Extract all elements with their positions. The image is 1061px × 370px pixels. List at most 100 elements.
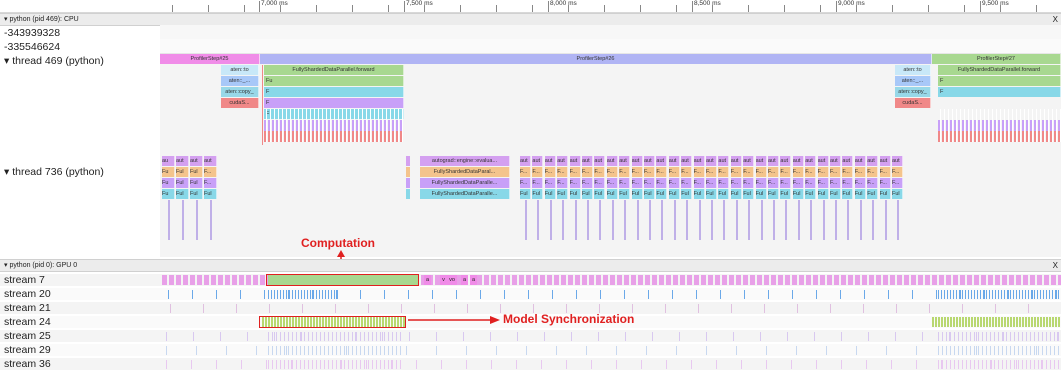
kernel-bar[interactable] (322, 290, 323, 299)
thread736-slice[interactable]: F... (805, 167, 817, 177)
sync-kernel-bar[interactable] (1037, 317, 1039, 327)
kernel-bar[interactable] (792, 275, 797, 285)
kernel-bar[interactable] (302, 304, 303, 313)
kernel-bar[interactable] (280, 346, 281, 355)
kernel-bar[interactable] (1013, 290, 1014, 299)
kernel-bar[interactable] (974, 360, 975, 369)
kernel-bar[interactable] (799, 275, 804, 285)
kernel-bar[interactable] (741, 360, 742, 369)
kernel-bar[interactable] (922, 332, 923, 341)
kernel-bar[interactable] (1034, 360, 1035, 369)
kernel-bar[interactable] (360, 332, 361, 341)
kernel-bar[interactable] (491, 360, 492, 369)
kernel-bar[interactable] (295, 290, 296, 299)
kernel-bar[interactable] (918, 275, 923, 285)
thread736-slice[interactable]: F... (817, 178, 829, 188)
kernel-bar[interactable] (896, 304, 897, 313)
fsdp-child-right-2[interactable]: F (938, 87, 1061, 97)
kernel-bar[interactable] (944, 290, 945, 299)
thread736-slice[interactable]: Ful (569, 189, 581, 199)
kernel-bar[interactable] (1044, 275, 1049, 285)
thread736-slice[interactable]: F... (619, 167, 631, 177)
thread736-slice[interactable]: Ful (520, 189, 531, 199)
kernel-bar[interactable] (720, 290, 721, 299)
kernel-bar[interactable] (687, 275, 692, 285)
thread736-slice[interactable]: Ful (582, 189, 593, 199)
thread736-slice[interactable]: Ful (792, 189, 804, 199)
thread736-slice[interactable]: aut (693, 156, 705, 166)
kernel-bar[interactable] (268, 360, 269, 369)
kernel-bar[interactable] (932, 275, 937, 285)
kernel-bar[interactable] (954, 346, 955, 355)
kernel-bar[interactable] (183, 275, 188, 285)
thread736-slice[interactable]: Ful (668, 189, 680, 199)
kernel-bar[interactable] (336, 332, 337, 341)
kernel-bar[interactable] (610, 275, 615, 285)
kernel-bar[interactable] (280, 332, 281, 341)
kernel-bar[interactable] (911, 275, 916, 285)
thread736-slice[interactable]: F... (656, 167, 668, 177)
kernel-bar[interactable] (986, 290, 987, 299)
thread736-slice[interactable]: aut (792, 156, 804, 166)
kernel-bar[interactable] (841, 275, 846, 285)
kernel-bar[interactable] (978, 332, 979, 341)
kernel-bar[interactable] (382, 332, 383, 341)
kernel-bar[interactable] (328, 346, 329, 355)
thread736-slice[interactable]: F... (644, 178, 655, 188)
sync-kernel-bar[interactable] (944, 317, 946, 327)
thread736-slice[interactable]: aut (780, 156, 792, 166)
kernel-bar[interactable] (292, 290, 293, 299)
kernel-bar[interactable] (253, 275, 258, 285)
kernel-bar[interactable] (384, 360, 385, 369)
kernel-bar[interactable] (516, 360, 517, 369)
kernel-bar[interactable] (547, 275, 552, 285)
fsdp-child-row-3[interactable]: F (264, 98, 404, 108)
kernel-bar[interactable] (814, 332, 815, 341)
kernel-bar[interactable] (312, 360, 313, 369)
kernel-bar[interactable] (942, 360, 943, 369)
kernel-bar[interactable] (364, 332, 365, 341)
gpu-stream-row[interactable]: stream 20 (0, 288, 1061, 300)
thread736-slice[interactable]: F... (854, 167, 866, 177)
kernel-bar[interactable] (959, 290, 960, 299)
sync-kernel-bar[interactable] (1052, 317, 1054, 327)
kernel-bar[interactable] (272, 332, 273, 341)
sync-kernel-bar[interactable] (1031, 317, 1033, 327)
sync-kernel-bar[interactable] (965, 317, 967, 327)
kernel-bar[interactable] (1018, 346, 1019, 355)
kernel-bar[interactable] (716, 360, 717, 369)
kernel-bar[interactable] (236, 304, 237, 313)
kernel-bar[interactable] (272, 360, 273, 369)
kernel-bar[interactable] (862, 275, 867, 285)
kernel-bar[interactable] (1030, 346, 1031, 355)
thread736-slice[interactable]: F... (631, 178, 643, 188)
thread736-slice[interactable]: Ful (544, 189, 556, 199)
thread736-slice[interactable]: F... (668, 167, 680, 177)
kernel-bar[interactable] (1026, 346, 1027, 355)
thread736-slice[interactable]: aut (656, 156, 668, 166)
kernel-bar[interactable] (332, 346, 333, 355)
kernel-bar[interactable] (696, 290, 697, 299)
kernel-bar[interactable] (1058, 290, 1059, 299)
kernel-bar[interactable] (401, 304, 402, 313)
kernel-bar[interactable] (757, 275, 762, 285)
kernel-bar[interactable] (856, 346, 857, 355)
kernel-bar[interactable] (1009, 275, 1014, 285)
kernel-bar[interactable] (571, 332, 572, 341)
kernel-bar[interactable] (203, 304, 204, 313)
thread736-slice[interactable]: F... (557, 178, 569, 188)
kernel-bar[interactable] (1010, 346, 1011, 355)
kernel-bar[interactable] (388, 346, 389, 355)
kernel-bar[interactable] (352, 332, 353, 341)
kernel-bar[interactable] (320, 332, 321, 341)
kernel-bar[interactable] (312, 346, 313, 355)
kernel-bar[interactable] (912, 290, 913, 299)
kernel-bar[interactable] (1050, 346, 1051, 355)
sync-kernel-bar[interactable] (941, 317, 943, 327)
thread736-slice[interactable]: aut (892, 156, 903, 166)
kernel-bar[interactable] (1037, 290, 1038, 299)
kernel-bar[interactable] (950, 290, 951, 299)
gpu-stream-row[interactable]: stream 25 (0, 330, 1061, 342)
kernel-bar[interactable] (316, 332, 317, 341)
thread736-slice[interactable]: F... (706, 167, 717, 177)
